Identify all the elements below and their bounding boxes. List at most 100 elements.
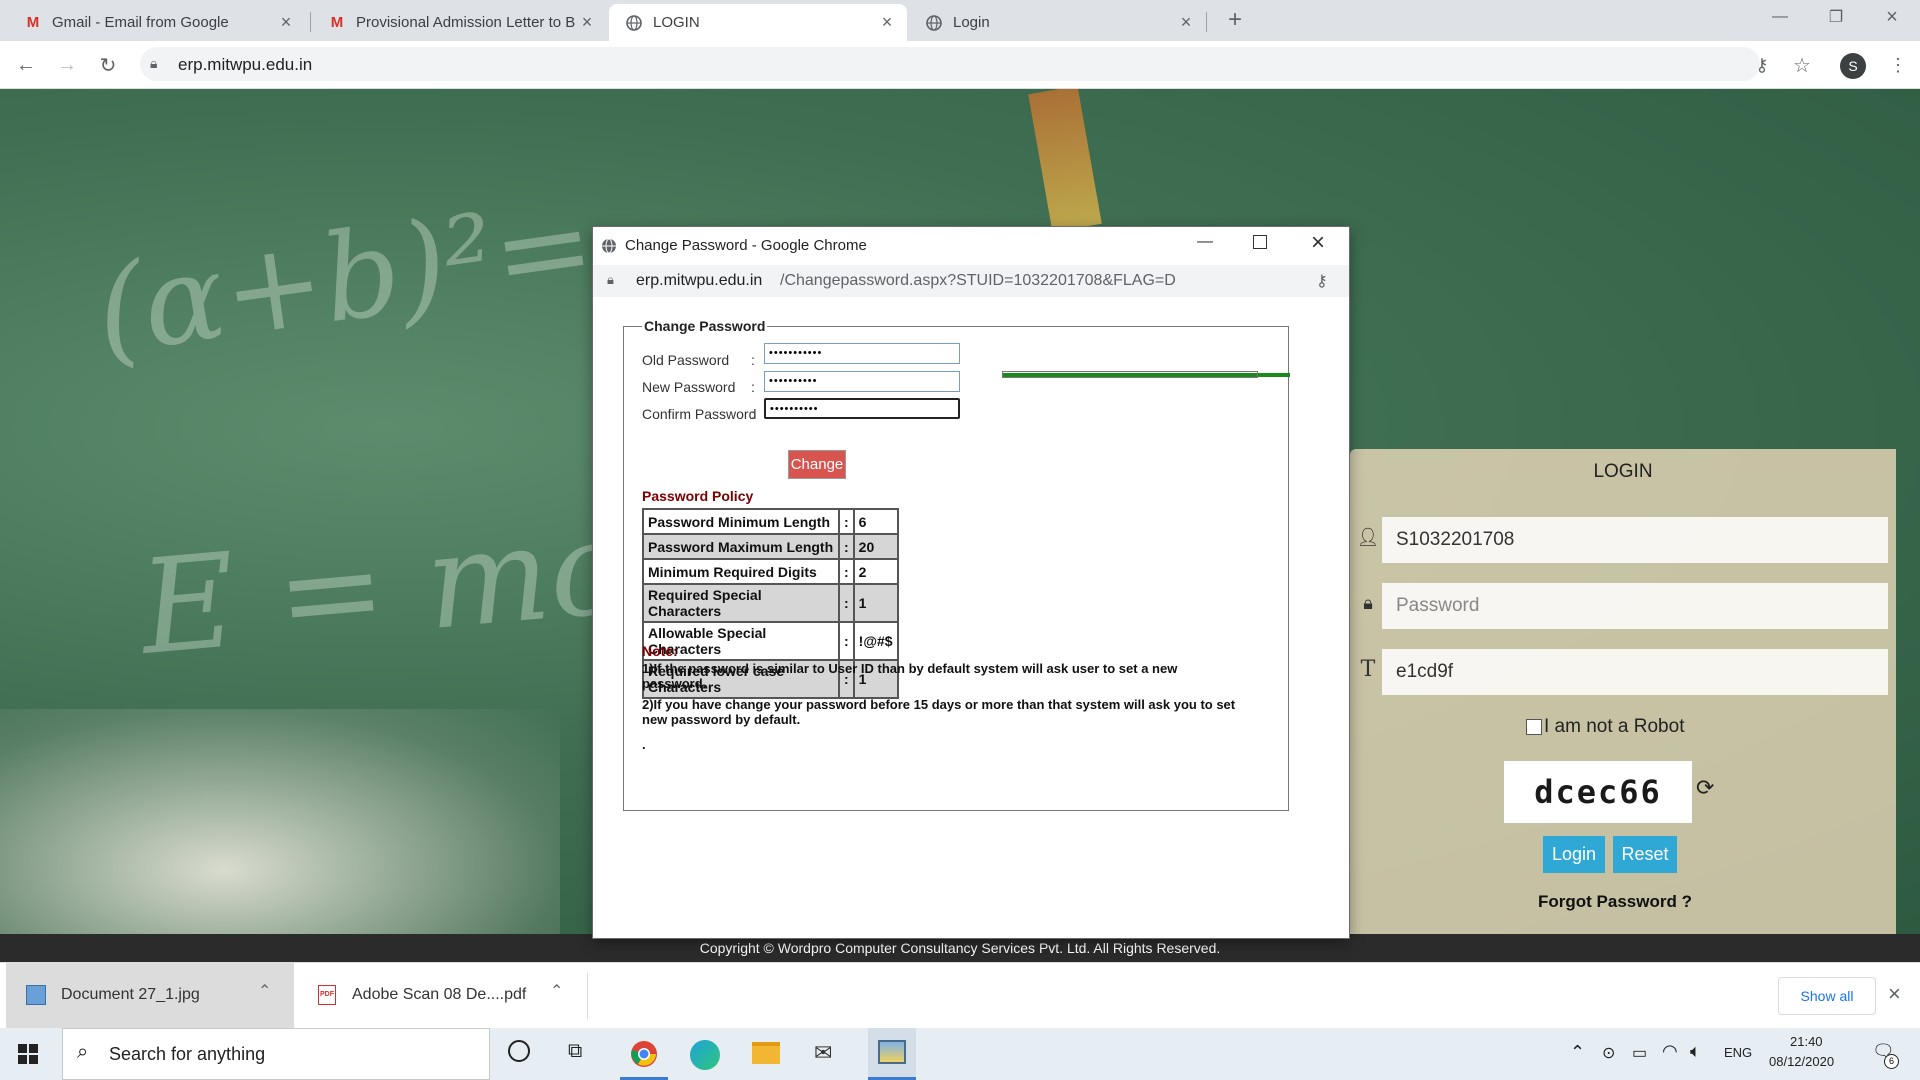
new-tab-button[interactable]: + — [1222, 6, 1248, 34]
lock-icon: 🔒︎ — [150, 55, 158, 71]
captcha-image: dcec66 — [1504, 761, 1692, 823]
copyright-text: Copyright © Wordpro Computer Consultancy… — [699, 940, 1221, 956]
tab-admission-letter[interactable]: M Provisional Admission Letter to B × — [312, 4, 607, 41]
table-row: Password Maximum Length : 20 — [642, 533, 899, 560]
popup-minimize-button[interactable]: — — [1197, 233, 1213, 251]
captcha-input[interactable]: e1cd9f — [1382, 649, 1888, 695]
photos-taskbar-icon[interactable] — [868, 1028, 916, 1080]
key-icon[interactable]: ⚷ — [1746, 49, 1778, 81]
popup-close-button[interactable]: × — [1311, 229, 1325, 257]
policy-value: !@#$ — [852, 621, 899, 661]
network-icon[interactable]: ⊙ — [1602, 1043, 1615, 1063]
tab-title: Login — [953, 14, 990, 31]
show-all-button[interactable]: Show all — [1778, 977, 1876, 1015]
login-button[interactable]: Login — [1543, 836, 1605, 873]
globe-icon — [925, 14, 943, 32]
tab-strip: M Gmail - Email from Google × M Provisio… — [0, 0, 1920, 41]
chevron-up-icon[interactable]: ⌃ — [550, 981, 563, 1001]
tab-separator — [310, 12, 311, 32]
chevron-up-icon[interactable]: ⌃ — [1570, 1042, 1585, 1063]
clock-date[interactable]: 08/12/2020 — [1769, 1054, 1834, 1069]
colon: : — [751, 352, 755, 368]
close-window-button[interactable]: × — [1864, 0, 1920, 34]
profile-avatar[interactable]: S — [1840, 53, 1866, 79]
wifi-icon[interactable]: ◠ — [1662, 1041, 1678, 1062]
edge-icon[interactable] — [690, 1040, 720, 1070]
windows-start-icon[interactable] — [18, 1044, 38, 1064]
close-icon[interactable]: × — [1888, 981, 1901, 1007]
close-icon[interactable]: × — [274, 12, 298, 33]
chalk-decoration: (α+b)²= — [87, 174, 603, 383]
language-indicator[interactable]: ENG — [1724, 1045, 1752, 1060]
trailing-dot: . — [642, 737, 646, 752]
chevron-up-icon[interactable]: ⌃ — [258, 981, 271, 1001]
star-icon[interactable]: ☆ — [1786, 49, 1818, 81]
tab-title: LOGIN — [653, 14, 700, 31]
tab-title: Provisional Admission Letter to B — [356, 14, 575, 31]
download-filename: Document 27_1.jpg — [61, 986, 200, 1003]
popup-titlebar: Change Password - Google Chrome — × — [593, 227, 1349, 266]
note-2: 2)If you have change your password befor… — [642, 697, 1236, 727]
windows-taskbar: ⌕ Search for anything ⧉ ✉ ⌃ ⊙ ▭ ◠ 🔈︎ ENG… — [0, 1028, 1920, 1080]
robot-checkbox[interactable] — [1526, 719, 1542, 735]
reload-icon[interactable]: ↻ — [92, 49, 124, 81]
popup-title-text: Change Password - Google Chrome — [625, 237, 867, 254]
new-password-input[interactable]: •••••••••• — [764, 371, 960, 392]
battery-icon[interactable]: ▭ — [1632, 1043, 1647, 1063]
colon: : — [751, 379, 755, 395]
reset-button[interactable]: Reset — [1613, 836, 1677, 873]
volume-icon[interactable]: 🔈︎ — [1690, 1041, 1701, 1062]
popup-maximize-button[interactable] — [1253, 235, 1267, 249]
menu-dots-icon[interactable]: ⋮ — [1882, 49, 1914, 81]
close-icon[interactable]: × — [875, 12, 899, 33]
download-filename: Adobe Scan 08 De....pdf — [352, 986, 527, 1003]
chrome-taskbar-icon[interactable] — [620, 1028, 668, 1080]
confirm-password-input[interactable]: •••••••••• — [764, 398, 960, 419]
minimize-button[interactable]: — — [1752, 0, 1808, 34]
address-bar[interactable]: 🔒︎ erp.mitwpu.edu.in — [140, 47, 1760, 81]
forward-arrow-icon[interactable]: → — [51, 49, 83, 81]
user-icon: 👤︎ — [1356, 526, 1380, 547]
tab-gmail[interactable]: M Gmail - Email from Google × — [8, 4, 306, 41]
clock-time[interactable]: 21:40 — [1790, 1034, 1823, 1049]
task-view-icon[interactable]: ⧉ — [568, 1040, 582, 1063]
image-file-icon — [26, 985, 46, 1005]
file-explorer-icon[interactable] — [752, 1042, 780, 1064]
policy-sep: : — [838, 558, 855, 585]
old-password-input[interactable]: ••••••••••• — [764, 343, 960, 364]
policy-name: Minimum Required Digits — [642, 558, 840, 585]
popup-url-host: erp.mitwpu.edu.in — [636, 272, 763, 289]
forgot-password-link[interactable]: Forgot Password ? — [1538, 892, 1692, 912]
table-row: Minimum Required Digits : 2 — [642, 558, 899, 585]
key-icon: ⚷ — [1316, 273, 1328, 290]
change-button[interactable]: Change — [788, 450, 846, 479]
cortana-icon[interactable] — [508, 1040, 530, 1062]
globe-icon — [601, 238, 617, 259]
download-item[interactable]: Document 27_1.jpg ⌃ — [6, 963, 294, 1029]
fieldset-legend: Change Password — [642, 318, 768, 334]
refresh-icon[interactable]: ⟳ — [1696, 775, 1714, 801]
policy-value: 20 — [852, 533, 899, 560]
tab-title: Gmail - Email from Google — [52, 14, 229, 31]
book-image — [0, 709, 560, 934]
password-input[interactable]: Password — [1382, 583, 1888, 629]
change-password-fieldset: Change Password Old Password : •••••••••… — [623, 318, 1290, 811]
password-strength-frame — [1002, 371, 1258, 378]
close-icon[interactable]: × — [1174, 12, 1198, 33]
tab-login-active[interactable]: LOGIN × — [609, 4, 907, 41]
tab-login[interactable]: Login × — [909, 4, 1206, 41]
colon: : — [751, 406, 755, 422]
text-icon: T — [1360, 656, 1376, 682]
new-password-label: New Password — [642, 379, 736, 395]
browser-toolbar: ← → ↻ 🔒︎ erp.mitwpu.edu.in ⚷ ☆ S ⋮ — [0, 41, 1920, 89]
username-input[interactable]: S1032201708 — [1382, 517, 1888, 563]
close-icon[interactable]: × — [575, 12, 599, 33]
taskbar-search-box[interactable]: ⌕ Search for anything — [62, 1028, 490, 1080]
table-row: Required Special Characters : 1 — [642, 583, 899, 623]
back-arrow-icon[interactable]: ← — [10, 49, 42, 81]
download-item[interactable]: PDF Adobe Scan 08 De....pdf ⌃ — [300, 963, 586, 1029]
mail-icon[interactable]: ✉ — [814, 1040, 832, 1066]
restore-button[interactable]: ❐ — [1808, 0, 1864, 34]
policy-value: 6 — [852, 508, 899, 535]
lock-icon: 🔒︎ — [607, 272, 614, 287]
